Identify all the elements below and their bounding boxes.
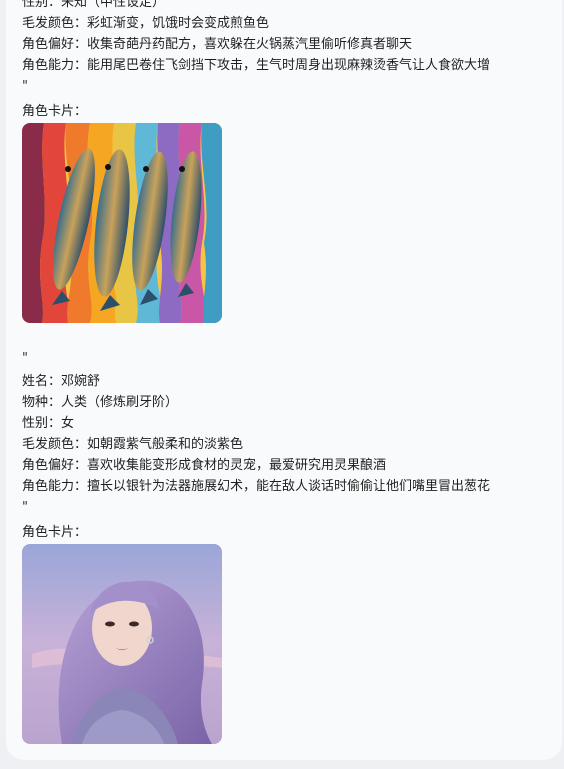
character-1-ability: 角色能力：能用尾巴卷住飞剑挡下攻击，生气时周身出现麻辣烫香气让人食欲大增: [22, 58, 491, 73]
separator-quote-text: ": [22, 351, 28, 366]
character-1-hair-color: 毛发颜色：彩虹渐变，饥饿时会变成煎鱼色: [22, 16, 270, 31]
character-2-card-label: 角色卡片：: [22, 525, 88, 540]
character-2-ability: 角色能力：擅长以银针为法器施展幻术，能在敌人谈话时偷偷让他们嘴里冒出葱花: [22, 479, 491, 494]
rainbow-fish-illustration: [22, 123, 222, 323]
purple-hair-girl-portrait: [22, 544, 222, 744]
character-1-quote-close: ": [22, 79, 28, 94]
character-2-name: 姓名：邓婉舒: [22, 374, 101, 389]
character-1-card-image[interactable]: [22, 123, 222, 323]
separator-quote: ": [22, 348, 542, 369]
character-1-preference: 角色偏好：收集奇葩丹药配方，喜欢躲在火锅蒸汽里偷听修真者聊天: [22, 37, 413, 52]
character-2-card-image[interactable]: [22, 544, 222, 744]
character-2-species: 物种：人类（修炼刷牙阶）: [22, 395, 179, 410]
character-2-gender: 性别：女: [22, 416, 75, 431]
character-2-preference: 角色偏好：喜欢收集能变形成食材的灵宠，最爱研究用灵果酿酒: [22, 458, 387, 473]
character-1-card-label: 角色卡片：: [22, 104, 88, 119]
character-2-info: 姓名：邓婉舒 物种：人类（修炼刷牙阶） 性别：女 毛发颜色：如朝霞紫气般柔和的淡…: [22, 371, 542, 744]
chat-message-panel: 性别：未知（中性设定） 毛发颜色：彩虹渐变，饥饿时会变成煎鱼色 角色偏好：收集奇…: [6, 0, 562, 760]
character-2-quote-close: ": [22, 500, 28, 515]
character-2-hair-color: 毛发颜色：如朝霞紫气般柔和的淡紫色: [22, 437, 244, 452]
character-1-gender: 性别：未知（中性设定）: [22, 0, 166, 10]
character-1-info: 性别：未知（中性设定） 毛发颜色：彩虹渐变，饥饿时会变成煎鱼色 角色偏好：收集奇…: [22, 0, 542, 323]
